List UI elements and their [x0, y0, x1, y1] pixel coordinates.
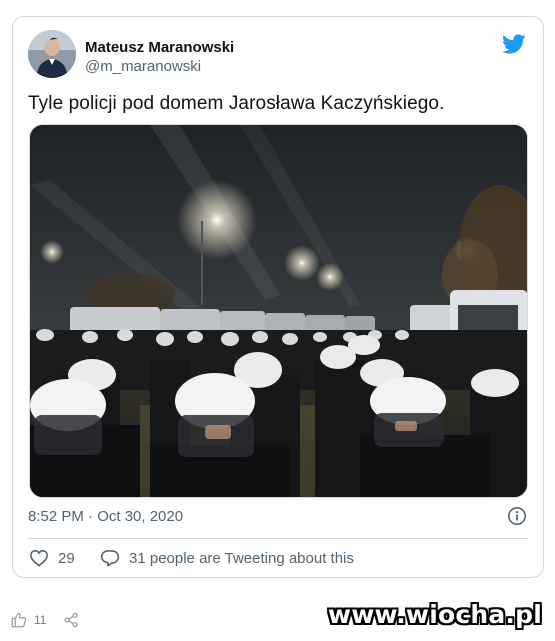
avatar-image [28, 30, 76, 78]
author-name[interactable]: Mateusz Maranowski [85, 39, 234, 56]
police-crowd-photo [30, 125, 527, 497]
divider [28, 538, 528, 539]
heart-icon [30, 550, 48, 567]
like-count: 29 [58, 549, 75, 567]
tweet-card[interactable]: Mateusz Maranowski @m_maranowski Tyle po… [12, 16, 544, 578]
tweet-photo[interactable] [29, 124, 528, 498]
like-button[interactable]: 29 [29, 547, 75, 569]
footer-like-button[interactable]: 11 [10, 611, 46, 629]
tweet-text: Tyle policji pod domem Jarosława Kaczyńs… [28, 93, 445, 114]
share-icon[interactable] [63, 612, 79, 628]
thumbs-up-icon [11, 612, 27, 628]
footer-like-count: 11 [34, 613, 47, 627]
author-handle[interactable]: @m_maranowski [85, 58, 201, 75]
tweet-timestamp[interactable]: 8:52 PM · Oct 30, 2020 [28, 508, 183, 525]
tweeting-about-text: 31 people are Tweeting about this [129, 549, 354, 567]
info-icon[interactable] [507, 506, 527, 526]
avatar[interactable] [28, 30, 76, 78]
tweeting-about-link[interactable]: 31 people are Tweeting about this [100, 547, 354, 569]
watermark-logo: www.wiocha.pl [327, 600, 542, 629]
reply-bubble-icon [100, 550, 120, 567]
twitter-bird-icon[interactable] [502, 32, 526, 56]
